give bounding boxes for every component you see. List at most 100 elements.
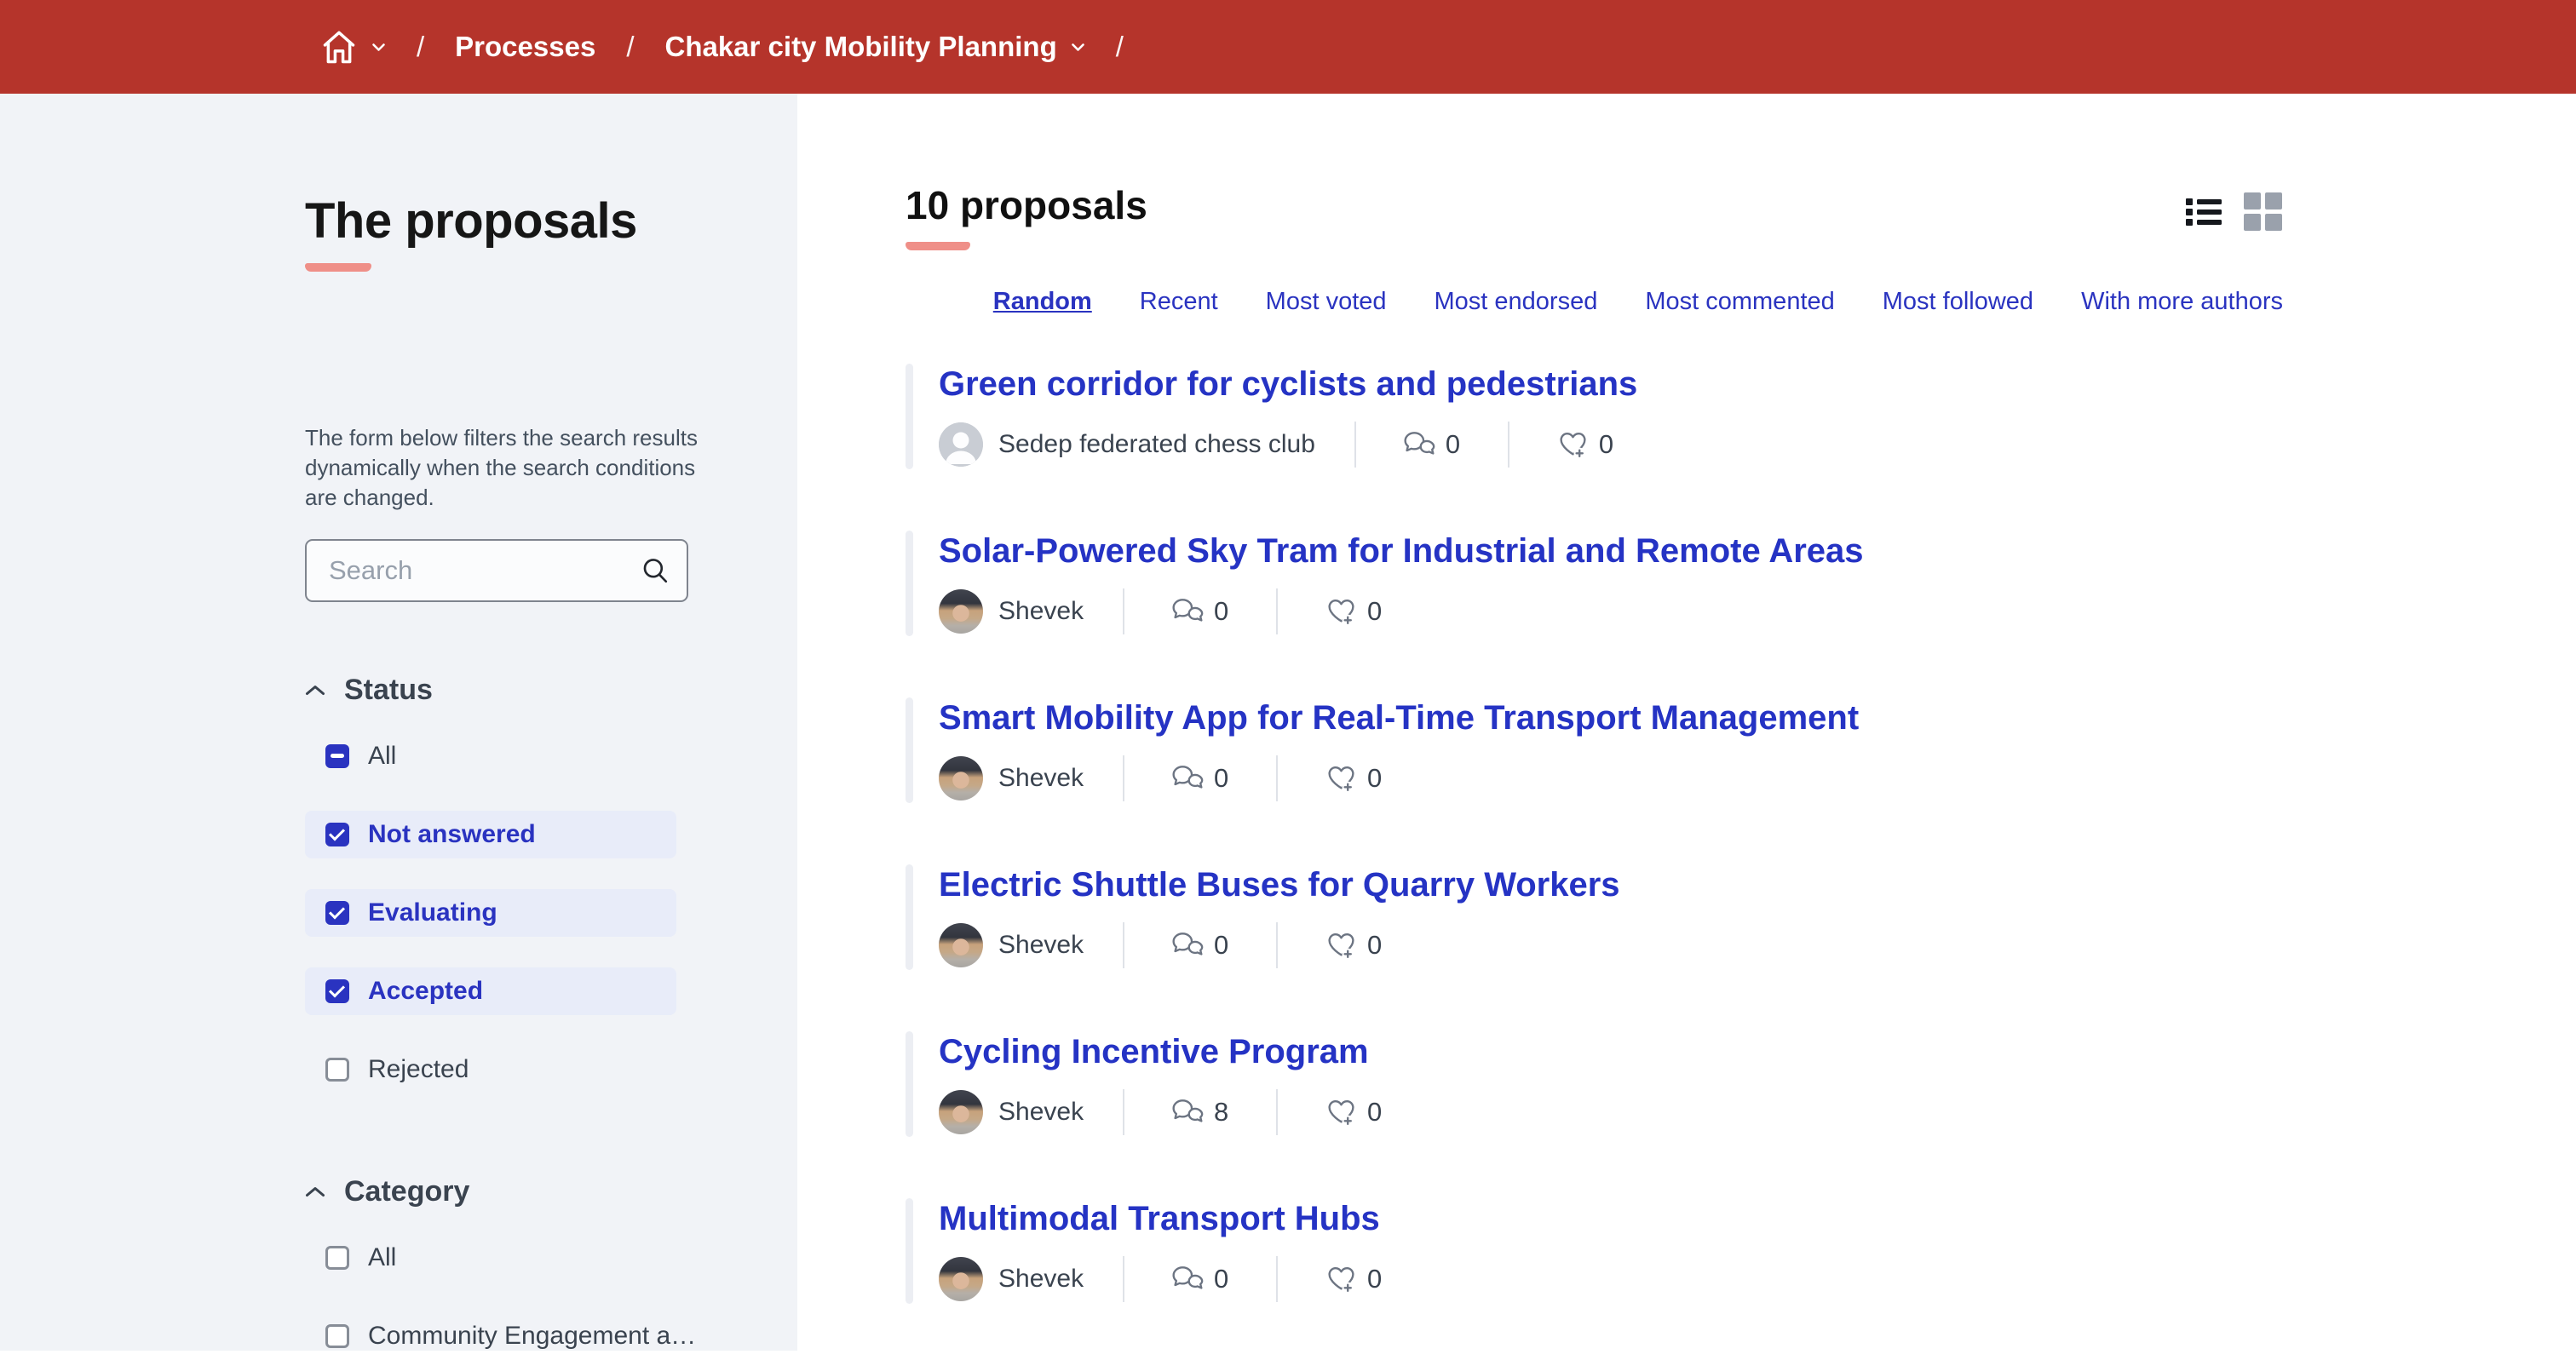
endorsements-count: 0 [1367, 763, 1382, 794]
checkbox-unchecked[interactable] [325, 1324, 349, 1348]
checkbox-checked[interactable] [325, 979, 349, 1003]
endorsements-count: 0 [1599, 429, 1613, 460]
author-avatar [939, 1090, 983, 1134]
checkbox-checked[interactable] [325, 901, 349, 925]
checkbox-indeterminate[interactable] [325, 744, 349, 768]
proposal-meta: Shevek 0 0 [939, 587, 1864, 636]
sort-with-more-authors[interactable]: With more authors [2081, 288, 2283, 316]
filter-status-not-answered[interactable]: Not answered [305, 811, 676, 858]
endorsements-stat: 0 [1509, 429, 1661, 460]
breadcrumb-separator: / [1116, 31, 1124, 63]
breadcrumb-separator: / [417, 31, 424, 63]
proposal-author-link[interactable]: Shevek [998, 1265, 1123, 1294]
proposal-title-link[interactable]: Multimodal Transport Hubs [939, 1198, 1380, 1239]
filter-status-all[interactable]: All [305, 732, 676, 780]
filter-status-rejected[interactable]: Rejected [305, 1046, 676, 1093]
proposals-list: Green corridor for cyclists and pedestri… [906, 364, 2576, 1304]
endorsements-count: 0 [1367, 1264, 1382, 1294]
author-avatar [939, 422, 983, 467]
filter-option-label: Community Engagement a… [368, 1322, 696, 1351]
checkbox-unchecked[interactable] [325, 1058, 349, 1082]
endorse-heart-plus-icon [1325, 597, 1357, 626]
search-icon[interactable] [641, 556, 670, 585]
comments-icon [1404, 431, 1435, 458]
endorsements-count: 0 [1367, 596, 1382, 627]
author-avatar [939, 589, 983, 634]
home-dropdown-caret[interactable] [371, 43, 386, 52]
grid-view-button[interactable] [2244, 192, 2283, 232]
home-button[interactable] [320, 30, 358, 65]
proposal-title-link[interactable]: Cycling Incentive Program [939, 1031, 1369, 1072]
proposal-author-link[interactable]: Shevek [998, 1098, 1123, 1127]
proposal-meta: Shevek 0 0 [939, 754, 1859, 803]
count-accent-bar [906, 242, 970, 250]
proposal-title-link[interactable]: Solar-Powered Sky Tram for Industrial an… [939, 531, 1864, 571]
proposal-author-link[interactable]: Shevek [998, 764, 1123, 793]
proposal-meta: Shevek 0 0 [939, 921, 1620, 970]
filter-section-header[interactable]: Status [305, 674, 797, 707]
filter-category-community-engagement-a[interactable]: Community Engagement a… [305, 1312, 676, 1360]
proposal-author-link[interactable]: Shevek [998, 597, 1123, 626]
filter-sections: Status All Not answered Evaluating Accep… [305, 674, 797, 1360]
endorse-heart-plus-icon [1325, 1265, 1357, 1294]
filter-option-label: Evaluating [368, 898, 497, 927]
comments-icon [1172, 1265, 1204, 1293]
proposal-title-link[interactable]: Electric Shuttle Buses for Quarry Worker… [939, 864, 1620, 905]
filter-section-title: Status [344, 674, 433, 707]
proposal-item: Multimodal Transport Hubs Shevek [906, 1198, 2576, 1304]
proposal-edge-bar [906, 864, 913, 970]
sort-most-commented[interactable]: Most commented [1645, 288, 1834, 316]
search-input[interactable] [327, 554, 641, 587]
endorse-heart-plus-icon [1325, 931, 1357, 960]
proposal-meta: Shevek 0 0 [939, 1254, 1429, 1304]
comments-count: 0 [1446, 429, 1460, 460]
filter-category-all[interactable]: All [305, 1234, 676, 1282]
chevron-up-icon [305, 684, 325, 697]
author-avatar [939, 1257, 983, 1301]
filter-option-label: Accepted [368, 977, 483, 1006]
sort-most-voted[interactable]: Most voted [1266, 288, 1387, 316]
proposal-item: Electric Shuttle Buses for Quarry Worker… [906, 864, 2576, 970]
sort-recent[interactable]: Recent [1140, 288, 1218, 316]
filter-options: All Not answered Evaluating Accepted Rej… [305, 732, 797, 1093]
filter-option-label: Not answered [368, 820, 536, 849]
checkbox-checked[interactable] [325, 823, 349, 846]
proposal-edge-bar [906, 1198, 913, 1304]
checkbox-unchecked[interactable] [325, 1246, 349, 1270]
endorsements-count: 0 [1367, 930, 1382, 961]
comments-stat: 0 [1124, 763, 1276, 794]
proposal-author-link[interactable]: Sedep federated chess club [998, 430, 1354, 459]
proposal-title-link[interactable]: Green corridor for cyclists and pedestri… [939, 364, 1637, 405]
author-avatar [939, 756, 983, 801]
title-accent-bar [305, 263, 371, 272]
proposal-edge-bar [906, 697, 913, 803]
comments-stat: 8 [1124, 1097, 1276, 1128]
filter-note: The form below filters the search result… [305, 423, 705, 514]
comments-stat: 0 [1124, 930, 1276, 961]
main-header: 10 proposals [906, 184, 2283, 250]
comments-count: 0 [1214, 596, 1228, 627]
proposal-edge-bar [906, 364, 913, 469]
comments-stat: 0 [1124, 1264, 1276, 1294]
endorse-heart-plus-icon [1557, 430, 1589, 459]
proposal-author-link[interactable]: Shevek [998, 931, 1123, 960]
filter-section-title: Category [344, 1175, 469, 1208]
sort-most-followed[interactable]: Most followed [1883, 288, 2033, 316]
filter-status-evaluating[interactable]: Evaluating [305, 889, 676, 937]
comments-stat: 0 [1124, 596, 1276, 627]
proposal-title-link[interactable]: Smart Mobility App for Real-Time Transpo… [939, 697, 1859, 738]
chevron-down-icon [371, 43, 386, 52]
endorse-heart-plus-icon [1325, 764, 1357, 793]
filter-section-header[interactable]: Category [305, 1175, 797, 1208]
proposal-edge-bar [906, 1031, 913, 1137]
filter-status-accepted[interactable]: Accepted [305, 967, 676, 1015]
breadcrumb-process-link[interactable]: Chakar city Mobility Planning [664, 31, 1056, 63]
proposal-item: Smart Mobility App for Real-Time Transpo… [906, 697, 2576, 803]
list-view-button[interactable] [2186, 197, 2222, 227]
process-dropdown-caret[interactable] [1071, 43, 1085, 52]
sort-most-endorsed[interactable]: Most endorsed [1435, 288, 1598, 316]
top-header: / Processes / Chakar city Mobility Plann… [0, 0, 2576, 94]
breadcrumb-processes-link[interactable]: Processes [455, 31, 595, 63]
sort-random[interactable]: Random [993, 288, 1092, 316]
breadcrumb: / Processes / Chakar city Mobility Plann… [320, 30, 1124, 65]
